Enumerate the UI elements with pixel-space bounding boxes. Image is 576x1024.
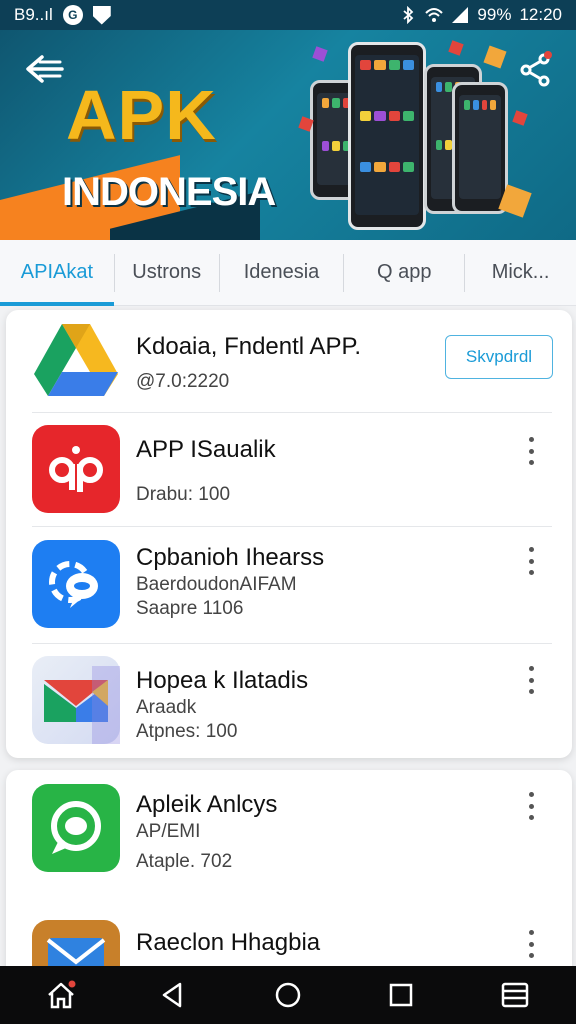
app-name: APP ISaualik <box>136 436 276 463</box>
list-item[interactable]: APP ISaualik Drabu: 100 <box>6 413 572 527</box>
carrier-text: B9..ıl <box>14 5 53 24</box>
tab-label: Ustrons <box>132 261 202 283</box>
clock-text: 12:20 <box>519 5 562 24</box>
app-text: Raeclon Hhagbia <box>136 928 320 958</box>
app-name: Hopea k Ilatadis <box>136 667 309 694</box>
share-icon[interactable] <box>516 50 556 90</box>
notification-badge-icon: G <box>62 5 83 25</box>
mail-icon <box>32 920 120 970</box>
back-nav-icon[interactable] <box>158 980 188 1010</box>
app-developer: BaerdoudonAIFAM <box>136 574 297 595</box>
more-options-icon[interactable] <box>524 792 538 820</box>
shield-icon <box>92 5 111 25</box>
app-text: Cpbanioh Ihearss BaerdoudonAIFAM Saapre … <box>136 543 324 621</box>
phone-illustration-far-right <box>452 82 508 214</box>
app-meta: Ataple. 702 <box>136 851 233 872</box>
app-text: APP ISaualik Drabu: 100 <box>136 435 276 507</box>
tab-label: Mick... <box>491 261 550 283</box>
list-item[interactable]: Apleik Anlcys AP/EMI Ataple. 702 <box>6 770 572 896</box>
battery-text: 99% <box>477 5 512 24</box>
system-nav-bar <box>0 966 576 1024</box>
status-bar: B9..ıl G 99% 12:20 <box>0 0 576 30</box>
floating-app-icon <box>312 46 328 62</box>
back-arrow-icon[interactable] <box>22 52 66 86</box>
more-options-icon[interactable] <box>524 666 538 694</box>
app-text: Apleik Anlcys AP/EMI Ataple. 702 <box>136 790 277 874</box>
app-list-card: Apleik Anlcys AP/EMI Ataple. 702 Raeclon… <box>6 770 572 970</box>
bluetooth-icon <box>403 6 414 24</box>
recents-icon[interactable] <box>386 980 416 1010</box>
tab-idenesia[interactable]: Idenesia <box>220 240 344 306</box>
app-developer: Araadk <box>136 697 197 718</box>
list-item[interactable]: Cpbanioh Ihearss BaerdoudonAIFAM Saapre … <box>6 527 572 644</box>
list-item[interactable]: Kdoaia, Fndentl APP. @7.0:2220 Skvpdrdl <box>6 310 572 413</box>
app-developer: AP/EMI <box>136 821 201 842</box>
red-app-icon <box>32 425 120 513</box>
tab-bar: APIAkat Ustrons Idenesia Q app Mick... <box>0 240 576 306</box>
app-text: Kdoaia, Fndentl APP. @7.0:2220 <box>136 332 361 394</box>
gmail-icon <box>32 656 120 744</box>
more-options-icon[interactable] <box>524 437 538 465</box>
window-icon[interactable] <box>500 980 530 1010</box>
tab-label: Q app <box>377 261 432 283</box>
app-meta: Saapre 1106 <box>136 598 244 619</box>
app-name: Cpbanioh Ihearss <box>136 544 325 571</box>
tab-label: Idenesia <box>243 261 320 283</box>
app-name: Raeclon Hhagbia <box>136 929 321 956</box>
home-icon[interactable] <box>46 980 76 1010</box>
tab-label: APIAkat <box>20 261 94 283</box>
home-circle-icon[interactable] <box>273 980 303 1010</box>
tab-apiakat[interactable]: APIAkat <box>0 240 114 306</box>
tab-ustrons[interactable]: Ustrons <box>115 240 219 306</box>
app-meta: Drabu: 100 <box>136 484 231 505</box>
app-name: Kdoaia, Fndentl APP. <box>136 333 362 360</box>
tab-search-app[interactable]: Q app <box>344 240 464 306</box>
phones-illustration <box>298 38 540 234</box>
app-root: B9..ıl G 99% 12:20 APK INDONESIA APIAkat… <box>0 0 576 1024</box>
app-meta: Atpnes: 100 <box>136 721 238 742</box>
more-options-icon[interactable] <box>524 930 538 958</box>
floating-app-icon <box>448 40 464 56</box>
logo-indonesia-text: INDONESIA <box>62 170 276 214</box>
logo-apk-text: APK <box>66 76 217 154</box>
app-name: Apleik Anlcys <box>136 791 278 818</box>
app-list-card: Kdoaia, Fndentl APP. @7.0:2220 Skvpdrdl … <box>6 310 572 758</box>
app-version: @7.0:2220 <box>136 371 230 392</box>
whatsapp-icon <box>32 784 120 872</box>
floating-app-icon <box>483 45 507 69</box>
header-banner: APK INDONESIA <box>0 30 576 240</box>
phone-illustration-center <box>348 42 426 230</box>
list-item[interactable]: Hopea k Ilatadis Araadk Atpnes: 100 <box>6 644 572 758</box>
floating-app-icon <box>512 110 528 126</box>
more-options-icon[interactable] <box>524 547 538 575</box>
wifi-icon <box>425 8 444 22</box>
signal-icon <box>452 7 469 23</box>
app-text: Hopea k Ilatadis Araadk Atpnes: 100 <box>136 666 308 744</box>
google-drive-icon <box>34 324 118 396</box>
download-button[interactable]: Skvpdrdl <box>445 335 553 379</box>
tab-more[interactable]: Mick... <box>465 240 576 306</box>
blue-chat-icon <box>32 540 120 628</box>
list-item[interactable]: Raeclon Hhagbia <box>6 910 572 970</box>
